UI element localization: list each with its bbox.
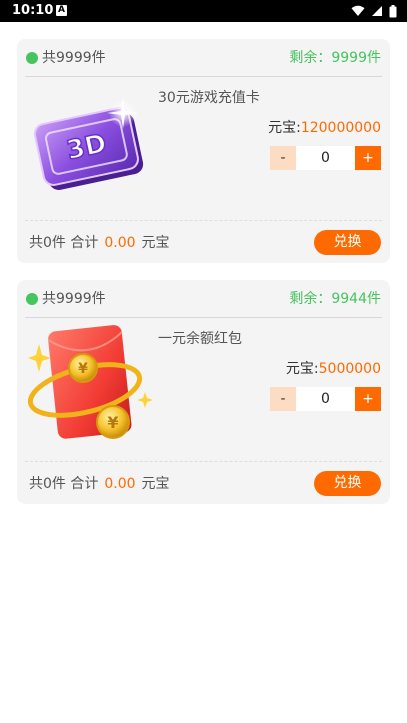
- product-card: 共9999件 剩余：9999件 3D 30元游戏充值卡 元宝:120000000: [17, 39, 390, 263]
- status-icons: [351, 3, 397, 19]
- product-name: 30元游戏充值卡: [158, 90, 260, 106]
- increase-button[interactable]: +: [355, 146, 381, 170]
- product-name: 一元余额红包: [158, 331, 242, 347]
- quantity-input[interactable]: [296, 146, 355, 170]
- game-card-image: 3D: [33, 97, 144, 190]
- wifi-icon: [351, 5, 365, 16]
- summary-amount: 0.00: [104, 476, 136, 492]
- header-divider: [25, 76, 382, 77]
- summary-unit: 元宝: [141, 235, 170, 251]
- total-stock-label: 共9999件: [42, 50, 106, 66]
- order-summary: 共0件 合计 0.00 元宝: [29, 475, 170, 493]
- quantity-stepper: - +: [270, 146, 381, 170]
- price-value: 5000000: [318, 361, 381, 377]
- order-summary: 共0件 合计 0.00 元宝: [29, 234, 170, 252]
- summary-total-label: 合计: [70, 235, 99, 251]
- price-row: 元宝:120000000: [268, 119, 381, 137]
- product-card: 共9999件 剩余：9944件 ¥ ¥ 一元余额红包 元宝:5000000 - …: [17, 280, 390, 504]
- summary-unit: 元宝: [141, 476, 170, 492]
- card-header: 共9999件 剩余：9999件: [17, 39, 390, 77]
- price-label: 元宝:: [285, 361, 319, 377]
- status-bar: 10:10 A: [0, 0, 407, 22]
- summary-total-label: 合计: [70, 476, 99, 492]
- summary-count: 共0件: [29, 235, 66, 251]
- signal-icon: [372, 6, 382, 16]
- footer-divider: [25, 220, 382, 221]
- card-header: 共9999件 剩余：9944件: [17, 280, 390, 318]
- remaining-stock-label: 剩余：9944件: [289, 291, 381, 307]
- price-row: 元宝:5000000: [286, 360, 381, 378]
- quantity-input[interactable]: [296, 387, 355, 411]
- header-divider: [25, 317, 382, 318]
- stock-dot-icon: [26, 52, 38, 64]
- remaining-stock-label: 剩余：9999件: [289, 50, 381, 66]
- price-label: 元宝:: [268, 120, 301, 136]
- footer-divider: [25, 461, 382, 462]
- stock-dot-icon: [26, 293, 38, 305]
- battery-icon: [389, 4, 397, 17]
- decrease-button[interactable]: -: [270, 146, 296, 170]
- decrease-button[interactable]: -: [270, 387, 296, 411]
- total-stock-label: 共9999件: [42, 291, 106, 307]
- exchange-button[interactable]: 兑换: [314, 471, 381, 496]
- quantity-stepper: - +: [270, 387, 381, 411]
- notification-a-icon: A: [56, 5, 67, 16]
- summary-count: 共0件: [29, 476, 66, 492]
- price-value: 120000000: [300, 120, 381, 136]
- svg-text:¥: ¥: [107, 413, 118, 432]
- svg-text:¥: ¥: [78, 361, 88, 377]
- summary-amount: 0.00: [104, 235, 136, 251]
- increase-button[interactable]: +: [355, 387, 381, 411]
- exchange-button[interactable]: 兑换: [314, 230, 381, 255]
- red-envelope-image: ¥ ¥: [27, 325, 153, 439]
- status-time: 10:10: [12, 3, 54, 18]
